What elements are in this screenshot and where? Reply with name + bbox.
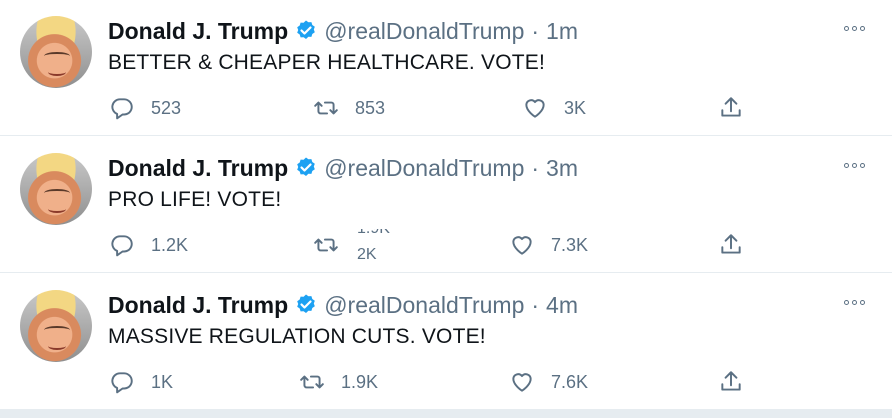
tweet[interactable]: Donald J. Trump @realDonaldTrump · 4m MA…: [0, 274, 892, 410]
retweet-icon: [314, 101, 338, 115]
reply-count: 1.2K: [151, 234, 189, 255]
retweet-icon: [300, 375, 324, 389]
retweet-count: 1.9K: [341, 371, 379, 392]
separator: ·: [531, 291, 540, 318]
share-icon: [721, 97, 741, 117]
verified-badge-icon: [297, 294, 315, 313]
tweet-actions: 523 853 3K: [0, 92, 892, 124]
tweet-text: MASSIVE REGULATION CUTS. VOTE!: [108, 325, 486, 348]
verified-badge-icon: [297, 20, 315, 39]
retweet-count: 2K: [357, 246, 377, 261]
tweet-header: Donald J. Trump @realDonaldTrump · 1m: [108, 16, 578, 46]
author-name[interactable]: Donald J. Trump: [108, 292, 288, 319]
share-button[interactable]: [718, 229, 744, 261]
retweet-button[interactable]: 1.9K 2K: [313, 229, 415, 261]
like-icon: [512, 373, 532, 392]
author-name[interactable]: Donald J. Trump: [108, 155, 288, 182]
like-icon: [512, 236, 532, 255]
author-handle[interactable]: @realDonaldTrump: [324, 292, 524, 319]
like-count: 7.6K: [551, 371, 589, 392]
tweet-time[interactable]: 4m: [546, 292, 578, 319]
tweet-header: Donald J. Trump @realDonaldTrump · 4m: [108, 290, 578, 320]
tweet-actions: 1K 1.9K 7.6K: [0, 366, 892, 398]
tweet[interactable]: Donald J. Trump @realDonaldTrump · 3m PR…: [0, 137, 892, 273]
reply-count: 523: [151, 97, 182, 118]
more-options-icon[interactable]: [844, 296, 870, 308]
share-button[interactable]: [718, 92, 744, 124]
author-handle[interactable]: @realDonaldTrump: [324, 18, 524, 45]
tweet-time[interactable]: 1m: [546, 18, 578, 45]
more-options-icon[interactable]: [844, 159, 870, 171]
share-button[interactable]: [718, 366, 744, 398]
reply-count: 1K: [151, 371, 174, 392]
verified-badge-icon: [297, 157, 315, 176]
reply-button[interactable]: 523: [109, 92, 181, 124]
share-icon: [721, 371, 741, 391]
retweet-count-old: 1.9K: [357, 229, 390, 238]
tweet-text: PRO LIFE! VOTE!: [108, 188, 282, 211]
tweet-time[interactable]: 3m: [546, 155, 578, 182]
reply-icon: [111, 235, 133, 257]
avatar[interactable]: [20, 290, 92, 362]
like-button[interactable]: 7.3K: [509, 229, 588, 261]
like-count: 3K: [564, 97, 587, 118]
retweet-count-animating: 1.9K 2K: [355, 229, 415, 261]
tweet-header: Donald J. Trump @realDonaldTrump · 3m: [108, 153, 578, 183]
like-button[interactable]: 7.6K: [509, 366, 588, 398]
reply-button[interactable]: 1K: [109, 366, 173, 398]
timeline-divider: [0, 410, 892, 418]
separator: ·: [531, 154, 540, 181]
reply-icon: [111, 98, 133, 120]
retweet-button[interactable]: 1.9K: [299, 366, 378, 398]
tweet-text: BETTER & CHEAPER HEALTHCARE. VOTE!: [108, 51, 545, 74]
tweet-actions: 1.2K 1.9K 2K 7.3K: [0, 229, 892, 261]
tweet[interactable]: Donald J. Trump @realDonaldTrump · 1m BE…: [0, 0, 892, 136]
like-icon: [525, 99, 545, 118]
like-count: 7.3K: [551, 234, 589, 255]
author-name[interactable]: Donald J. Trump: [108, 18, 288, 45]
reply-button[interactable]: 1.2K: [109, 229, 188, 261]
reply-icon: [111, 372, 133, 394]
retweet-button[interactable]: 853: [313, 92, 385, 124]
like-button[interactable]: 3K: [522, 92, 586, 124]
retweet-icon: [314, 238, 338, 252]
retweet-count: 853: [355, 97, 386, 118]
share-icon: [721, 234, 741, 254]
avatar[interactable]: [20, 153, 92, 225]
author-handle[interactable]: @realDonaldTrump: [324, 155, 524, 182]
more-options-icon[interactable]: [844, 22, 870, 34]
separator: ·: [531, 17, 540, 44]
avatar[interactable]: [20, 16, 92, 88]
